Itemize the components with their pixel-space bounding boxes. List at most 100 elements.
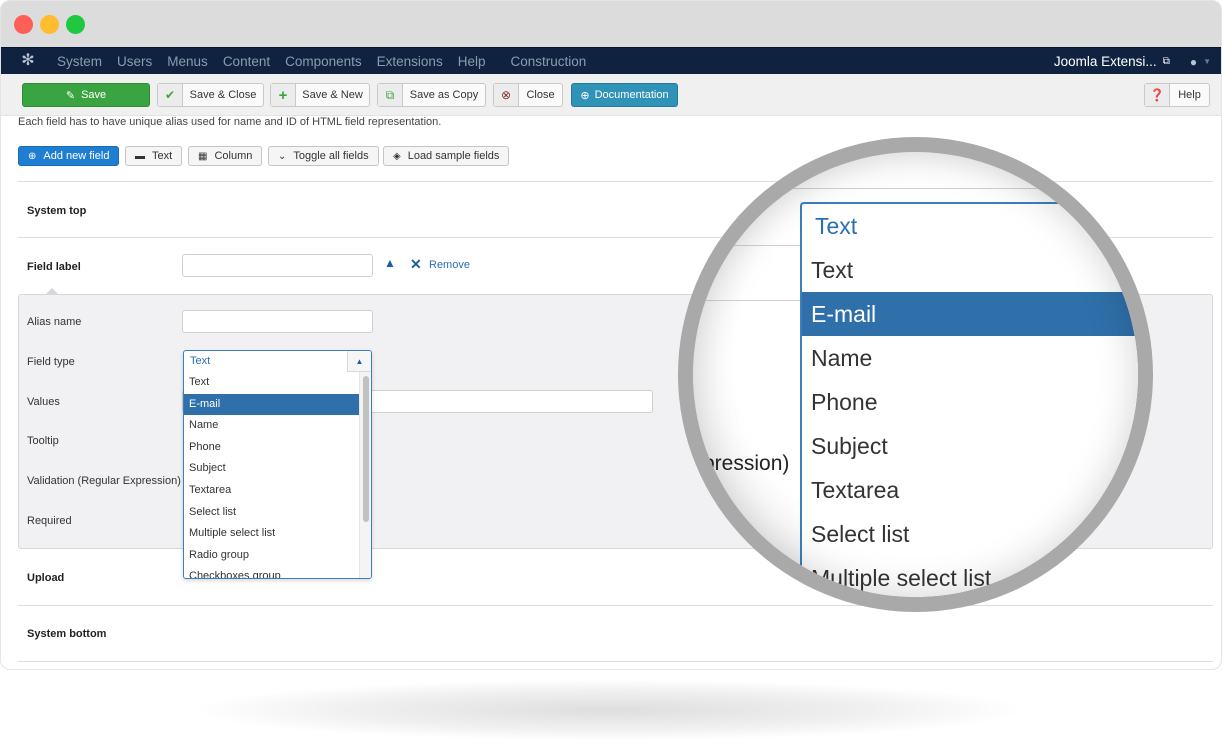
save-close-label: Save & Close [189,89,257,101]
required-label: Required [27,515,72,527]
magnified-option: Subject [811,433,888,459]
comment-icon: ▬ [135,150,145,162]
option-select-list[interactable]: Select list [184,502,360,524]
magnified-option: Textarea [811,477,900,503]
magnified-divider [693,188,1138,189]
save-copy-button[interactable]: ⧉ Save as Copy [377,83,486,107]
validation-label: Validation (Regular Expression) [27,475,181,487]
section-upload: Upload [27,572,65,584]
close-circle-icon: ⊗ [494,84,519,106]
nav-item-extensions[interactable]: Extensions [377,54,443,69]
nav-item-construction[interactable]: Construction [510,54,586,69]
remove-link[interactable]: Remove [429,259,470,271]
nav-item-menus[interactable]: Menus [167,54,208,69]
option-radio-group[interactable]: Radio group [184,545,360,567]
nav-item-help[interactable]: Help [458,54,486,69]
option-email[interactable]: E-mail [184,393,360,416]
external-link-icon: ⧉ [1162,56,1170,67]
load-sample-fields-button[interactable]: ◈ Load sample fields [383,146,510,166]
field-label-heading: Field label [27,261,81,273]
magnified-option-highlighted: E-mail [802,292,1138,336]
nav-item-system[interactable]: System [57,54,102,69]
nav-item-users[interactable]: Users [117,54,152,69]
documentation-button[interactable]: ⊕ Documentation [571,83,678,107]
option-multiple-select-list[interactable]: Multiple select list [184,523,360,545]
close-label: Close [526,89,555,101]
section-system-bottom: System bottom [27,628,107,640]
divider [18,661,1213,662]
toggle-all-fields-button[interactable]: ⌄ Toggle all fields [268,146,379,166]
window-shadow [200,680,1020,740]
column-button[interactable]: ▦ Column [188,146,263,166]
column-label: Column [214,150,253,162]
title-bar [1,1,1221,47]
check-icon: ✔ [158,84,183,106]
magnified-selected-value: Text [815,213,858,239]
values-label: Values [27,396,60,408]
chevron-up-icon[interactable]: ▲ [384,256,396,270]
remove-icon[interactable]: ✕ [410,256,422,273]
save-label: Save [81,89,107,101]
scrollbar-thumb[interactable] [363,376,369,522]
save-new-button[interactable]: + Save & New [270,83,370,107]
option-phone[interactable]: Phone [184,437,360,459]
caret-up-icon[interactable]: ▲ [347,351,371,372]
close-button[interactable]: ⊗ Close [493,83,563,107]
magnified-option: Name [811,345,873,371]
magnified-content: pression) Text Text E-mail Name Phone Su… [693,152,1138,597]
field-label-input[interactable] [182,254,373,277]
option-checkboxes-group[interactable]: Checkboxes group [184,566,360,578]
help-button[interactable]: ❓ Help [1144,83,1210,107]
nav-item-content[interactable]: Content [223,54,270,69]
documentation-label: Documentation [594,89,669,101]
section-system-top: System top [27,205,87,217]
edit-icon: ✎ [65,89,76,102]
nav-right: Joomla Extensi... ⧉ ● ▼ [1054,48,1221,75]
save-new-label: Save & New [302,89,363,101]
field-type-selected-value[interactable]: Text ▲ [184,351,371,372]
magnified-option: Phone [811,389,878,415]
chevron-down-icon: ⌄ [278,150,287,162]
copy-icon: ⧉ [378,84,403,106]
dropdown-scrollbar[interactable] [359,372,371,578]
magnifier-lens: pression) Text Text E-mail Name Phone Su… [678,137,1153,612]
tooltip-label: Tooltip [27,435,59,447]
admin-navbar: ✻ System Users Menus Content Components … [1,47,1221,75]
option-name[interactable]: Name [184,415,360,437]
user-icon[interactable]: ● [1190,55,1197,69]
question-icon: ❓ [1145,84,1170,106]
plus-icon: + [271,84,296,106]
zoom-window-button[interactable] [66,15,85,34]
cube-icon: ◈ [393,150,401,162]
chevron-down-icon[interactable]: ▼ [1203,57,1211,66]
nav-item-components[interactable]: Components [285,54,362,69]
add-new-field-button[interactable]: ⊕ Add new field [18,146,120,166]
alias-name-input[interactable] [182,310,373,333]
magnified-option: Text [811,257,854,283]
magnified-option: Multiple select list [811,565,992,591]
close-window-button[interactable] [14,15,33,34]
option-subject[interactable]: Subject [184,458,360,480]
divider [18,605,1213,606]
grid-icon: ▦ [198,150,208,162]
help-label: Help [1178,89,1201,101]
lifebuoy-icon: ⊕ [580,89,590,102]
plus-circle-icon: ⊕ [28,150,37,162]
text-label: Text [152,150,173,162]
text-button[interactable]: ▬ Text [125,146,183,166]
minimize-window-button[interactable] [40,15,59,34]
field-type-select[interactable]: Text ▲ Text E-mail Name Phone Subject Te… [183,350,372,579]
load-sample-label: Load sample fields [407,150,500,162]
save-button[interactable]: ✎ Save [22,83,150,107]
magnified-select: Text Text E-mail Name Phone Subject Text… [800,202,1138,597]
toggle-all-label: Toggle all fields [293,150,369,162]
option-textarea[interactable]: Textarea [184,480,360,502]
site-link[interactable]: Joomla Extensi... [1054,54,1157,69]
field-type-label: Field type [27,356,75,368]
save-close-button[interactable]: ✔ Save & Close [157,83,264,107]
toolbar: ✎ Save ✔ Save & Close + Save & New ⧉ Sav… [1,74,1221,116]
joomla-logo-icon[interactable]: ✻ [19,52,37,70]
magnifier-inner: pression) Text Text E-mail Name Phone Su… [693,152,1138,597]
save-copy-label: Save as Copy [409,89,479,101]
option-text[interactable]: Text [184,372,360,394]
